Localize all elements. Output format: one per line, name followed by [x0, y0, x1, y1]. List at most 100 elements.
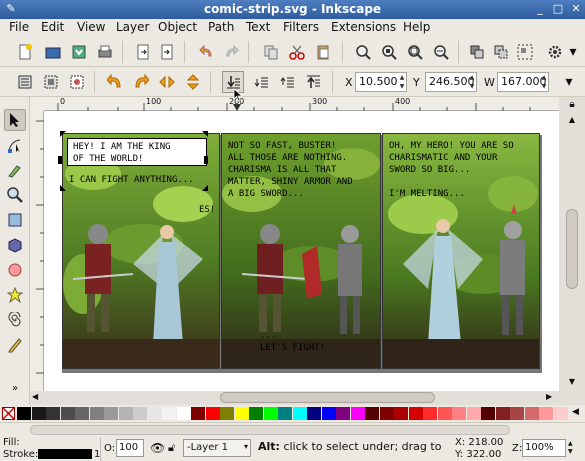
palette-swatch[interactable] [553, 407, 568, 420]
palette-swatch[interactable] [191, 407, 205, 420]
rectangle-tool-icon[interactable] [4, 209, 26, 231]
palette-swatch[interactable] [17, 407, 31, 420]
zoom-tool-icon[interactable] [4, 184, 26, 206]
palette-swatch[interactable] [452, 407, 466, 420]
palette-swatch[interactable] [336, 407, 350, 420]
palette-swatch[interactable] [394, 407, 408, 420]
zoom-field[interactable]: 100% [522, 439, 566, 457]
selector-tool-icon[interactable] [4, 109, 26, 131]
undo-icon[interactable] [196, 41, 218, 63]
drawing-canvas[interactable]: HEY! I AM THE KING OF THE WORLD! I CAN F… [44, 111, 559, 391]
save-icon[interactable] [68, 41, 90, 63]
palette-swatch[interactable] [350, 407, 365, 420]
rotate-ccw-icon[interactable] [104, 71, 126, 93]
zoom-width-icon[interactable] [430, 41, 452, 63]
palette-swatch[interactable] [249, 407, 263, 420]
palette-swatch[interactable] [307, 407, 321, 420]
duplicate-icon[interactable] [466, 41, 488, 63]
menu-filters[interactable]: Filters [283, 20, 319, 34]
palette-swatch[interactable] [263, 407, 278, 420]
scroll-left-icon[interactable]: ◀ [32, 392, 38, 401]
palette-swatch[interactable] [278, 407, 292, 420]
palette-swatch[interactable] [365, 407, 379, 420]
palette-swatch[interactable] [176, 407, 191, 420]
lock-icon[interactable]: 🔒︎ [565, 99, 579, 113]
y-coordinate-field[interactable]: 246.500 ▲ ▼ [425, 72, 477, 92]
palette-swatch[interactable] [118, 407, 133, 420]
copy-icon[interactable] [260, 41, 282, 63]
no-paint-icon[interactable] [2, 407, 15, 420]
scroll-up-icon[interactable]: ▲ [565, 115, 579, 125]
layer-selector[interactable]: -Layer 1 ▾ [183, 439, 251, 457]
palette-swatch[interactable] [104, 407, 118, 420]
palette-swatch[interactable] [539, 407, 553, 420]
horizontal-ruler[interactable]: 0 100 200 300 400 [44, 97, 559, 111]
export-icon[interactable] [156, 41, 178, 63]
3d-box-tool-icon[interactable] [4, 234, 26, 256]
layer-lock-icon[interactable]: 🔓︎ [168, 441, 175, 455]
horizontal-scroll-thumb[interactable] [220, 392, 435, 403]
comic-panel-3[interactable]: OH, MY HERO! YOU ARE SO CHARISMATIC AND … [382, 133, 540, 369]
paste-icon[interactable] [312, 41, 334, 63]
palette-swatch[interactable] [292, 407, 307, 420]
select-all-layers-icon[interactable] [40, 71, 62, 93]
palette-swatch[interactable] [75, 407, 89, 420]
toolbar-overflow-icon[interactable]: ▾ [566, 41, 580, 63]
x-coordinate-field[interactable]: 10.500 ▲ ▼ [355, 72, 407, 92]
minimize-button[interactable]: _ [533, 2, 547, 16]
maximize-button[interactable]: □ [551, 2, 565, 16]
open-icon[interactable] [42, 41, 64, 63]
menu-help[interactable]: Help [403, 20, 430, 34]
menu-object[interactable]: Object [158, 20, 197, 34]
palette-swatch[interactable] [46, 407, 60, 420]
selection-handles[interactable] [58, 129, 238, 209]
toolbar-overflow-icon[interactable]: ▾ [562, 71, 576, 93]
width-field[interactable]: 167.000 ▲ ▼ [497, 72, 549, 92]
new-document-icon[interactable] [14, 41, 36, 63]
group-icon[interactable] [514, 41, 536, 63]
menu-text[interactable]: Text [246, 20, 270, 34]
toolbox-overflow-icon[interactable]: » [4, 381, 26, 395]
raise-to-top-icon[interactable] [302, 71, 324, 93]
palette-swatch[interactable] [220, 407, 234, 420]
palette-swatch[interactable] [524, 407, 539, 420]
y-spin-arrows[interactable]: ▲ ▼ [468, 73, 476, 91]
menu-file[interactable]: File [9, 20, 29, 34]
import-icon[interactable] [132, 41, 154, 63]
raise-icon[interactable] [276, 71, 298, 93]
menu-layer[interactable]: Layer [116, 20, 149, 34]
palette-swatch[interactable] [147, 407, 162, 420]
palette-swatch[interactable] [321, 407, 336, 420]
ellipse-tool-icon[interactable] [4, 259, 26, 281]
close-button[interactable]: ✕ [569, 2, 583, 16]
flip-horizontal-icon[interactable] [156, 71, 178, 93]
palette-swatch[interactable] [234, 407, 249, 420]
status-hscroll-strip[interactable] [30, 425, 510, 435]
zoom-selection-icon[interactable] [352, 41, 374, 63]
horizontal-scrollbar[interactable]: ◀ ▶ [30, 391, 585, 405]
menu-extensions[interactable]: Extensions [331, 20, 396, 34]
zoom-drawing-icon[interactable] [378, 41, 400, 63]
menu-view[interactable]: View [77, 20, 105, 34]
eye-visibility-icon[interactable]: 👁︎ [150, 441, 165, 455]
redo-icon[interactable] [220, 41, 242, 63]
tweak-tool-icon[interactable] [4, 159, 26, 181]
zoom-page-icon[interactable] [404, 41, 426, 63]
scroll-down-icon[interactable]: ▼ [565, 377, 579, 387]
width-spin-arrows[interactable]: ▲ ▼ [540, 73, 548, 91]
preferences-gear-icon[interactable] [544, 41, 566, 63]
x-spin-arrows[interactable]: ▲ ▼ [398, 73, 406, 91]
vertical-scroll-thumb[interactable] [566, 209, 578, 289]
clone-icon[interactable] [490, 41, 512, 63]
palette-swatch[interactable] [510, 407, 524, 420]
palette-swatch[interactable] [133, 407, 147, 420]
palette-swatch[interactable] [481, 407, 495, 420]
select-all-icon[interactable] [14, 71, 36, 93]
palette-swatch[interactable] [495, 407, 510, 420]
palette-swatch[interactable] [31, 407, 46, 420]
scroll-right-icon[interactable]: ▶ [546, 392, 552, 401]
menu-path[interactable]: Path [208, 20, 234, 34]
vertical-ruler[interactable] [30, 111, 44, 391]
print-icon[interactable] [94, 41, 116, 63]
comic-panel-2[interactable]: NOT SO FAST, BUSTER! ALL THOSE ARE NOTHI… [221, 133, 381, 369]
